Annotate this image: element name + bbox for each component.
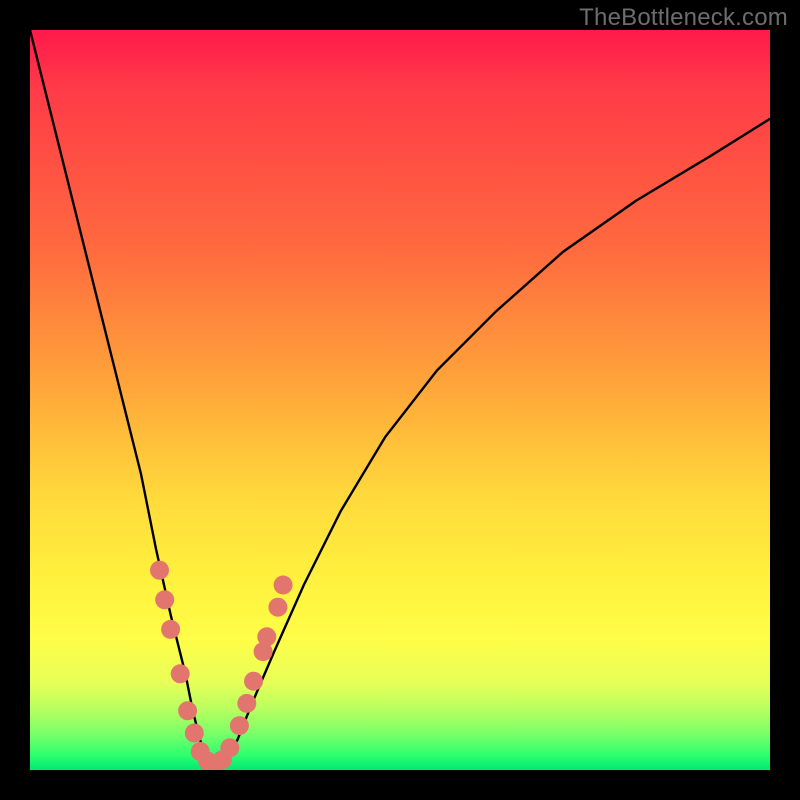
highlight-dot bbox=[268, 598, 287, 617]
highlight-dot bbox=[257, 627, 276, 646]
highlight-dot bbox=[171, 664, 190, 683]
chart-frame: TheBottleneck.com bbox=[0, 0, 800, 800]
highlight-dot bbox=[161, 620, 180, 639]
highlight-dot bbox=[150, 561, 169, 580]
highlight-dot bbox=[155, 590, 174, 609]
plot-area bbox=[30, 30, 770, 770]
bottleneck-curve bbox=[30, 30, 770, 770]
watermark-text: TheBottleneck.com bbox=[579, 4, 788, 32]
highlight-dot bbox=[185, 724, 204, 743]
curve-layer bbox=[30, 30, 770, 770]
highlight-dot bbox=[274, 576, 293, 595]
highlight-dot bbox=[220, 738, 239, 757]
highlight-dot bbox=[178, 701, 197, 720]
highlight-dot bbox=[230, 716, 249, 735]
highlight-dots bbox=[150, 561, 293, 770]
highlight-dot bbox=[244, 672, 263, 691]
bottleneck-curve-path bbox=[30, 30, 770, 770]
highlight-dot bbox=[237, 694, 256, 713]
